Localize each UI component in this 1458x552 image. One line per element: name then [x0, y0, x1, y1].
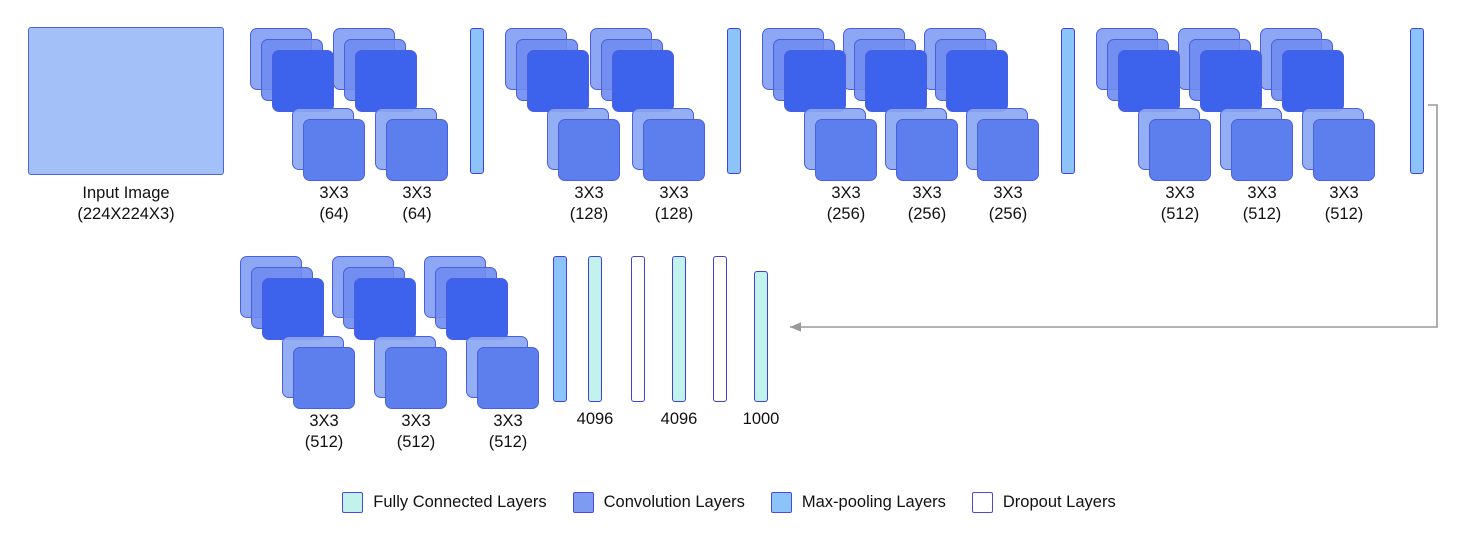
legend-item-convolution: Convolution Layers [572, 492, 745, 513]
conv-kernel-square-front [354, 278, 416, 340]
conv-kernel-square-front [784, 50, 846, 112]
conv-output-square-front [896, 119, 958, 181]
legend-label-dropout: Dropout Layers [1002, 493, 1116, 511]
legend-label-convolution: Convolution Layers [603, 493, 745, 511]
architecture-diagram-canvas: Input Image (224X224X3) 3X3 (64) 3X3 (64) 3X… [0, 0, 1458, 552]
legend-swatch-fully-connected [342, 492, 364, 513]
conv-output-square-front [1313, 119, 1375, 181]
max-pooling-bar-pool2 [727, 28, 741, 174]
conv-output-square-front [643, 119, 705, 181]
legend-label-fully-connected: Fully Connected Layers [373, 493, 547, 511]
legend-item-dropout: Dropout Layers [971, 492, 1116, 513]
conv-output-square-front [303, 119, 365, 181]
conv-output-square-front [1231, 119, 1293, 181]
conv-kernel-square-front [527, 50, 589, 112]
conv-kernel-square-front [446, 278, 508, 340]
max-pooling-bar-pool5 [553, 256, 567, 402]
conv-kernel-square-front [865, 50, 927, 112]
dropout-bar-dropout1 [631, 256, 645, 402]
conv-output-square-front [386, 119, 448, 181]
fully-connected-bar-fc6 [588, 256, 602, 402]
legend-label-max-pooling: Max-pooling Layers [801, 493, 946, 511]
fully-connected-bar-fc8 [754, 271, 768, 402]
max-pooling-bar-pool1 [470, 28, 484, 174]
conv-output-square-front [293, 347, 355, 409]
conv-kernel-square-front [355, 50, 417, 112]
conv-kernel-square-front [1282, 50, 1344, 112]
conv-kernel-square-front [272, 50, 334, 112]
fully-connected-bar-fc7 [672, 256, 686, 402]
legend: Fully Connected Layers Convolution Layer… [0, 492, 1458, 513]
legend-item-fully-connected: Fully Connected Layers [342, 492, 547, 513]
legend-item-max-pooling: Max-pooling Layers [770, 492, 946, 513]
conv-output-square-front [385, 347, 447, 409]
conv-output-square-front [1149, 119, 1211, 181]
conv-kernel-square-front [946, 50, 1008, 112]
dropout-bar-dropout2 [713, 256, 727, 402]
conv-output-square-front [477, 347, 539, 409]
conv-output-square-front [815, 119, 877, 181]
conv-output-square-front [558, 119, 620, 181]
conv-kernel-square-front [1118, 50, 1180, 112]
legend-swatch-convolution [572, 492, 594, 513]
max-pooling-bar-pool4 [1410, 28, 1424, 174]
max-pooling-bar-pool3 [1061, 28, 1075, 174]
conv-output-square-front [977, 119, 1039, 181]
conv-kernel-square-front [1200, 50, 1262, 112]
conv-kernel-square-front [612, 50, 674, 112]
legend-swatch-dropout [971, 492, 993, 513]
legend-swatch-max-pooling [770, 492, 792, 513]
conv-kernel-square-front [262, 278, 324, 340]
